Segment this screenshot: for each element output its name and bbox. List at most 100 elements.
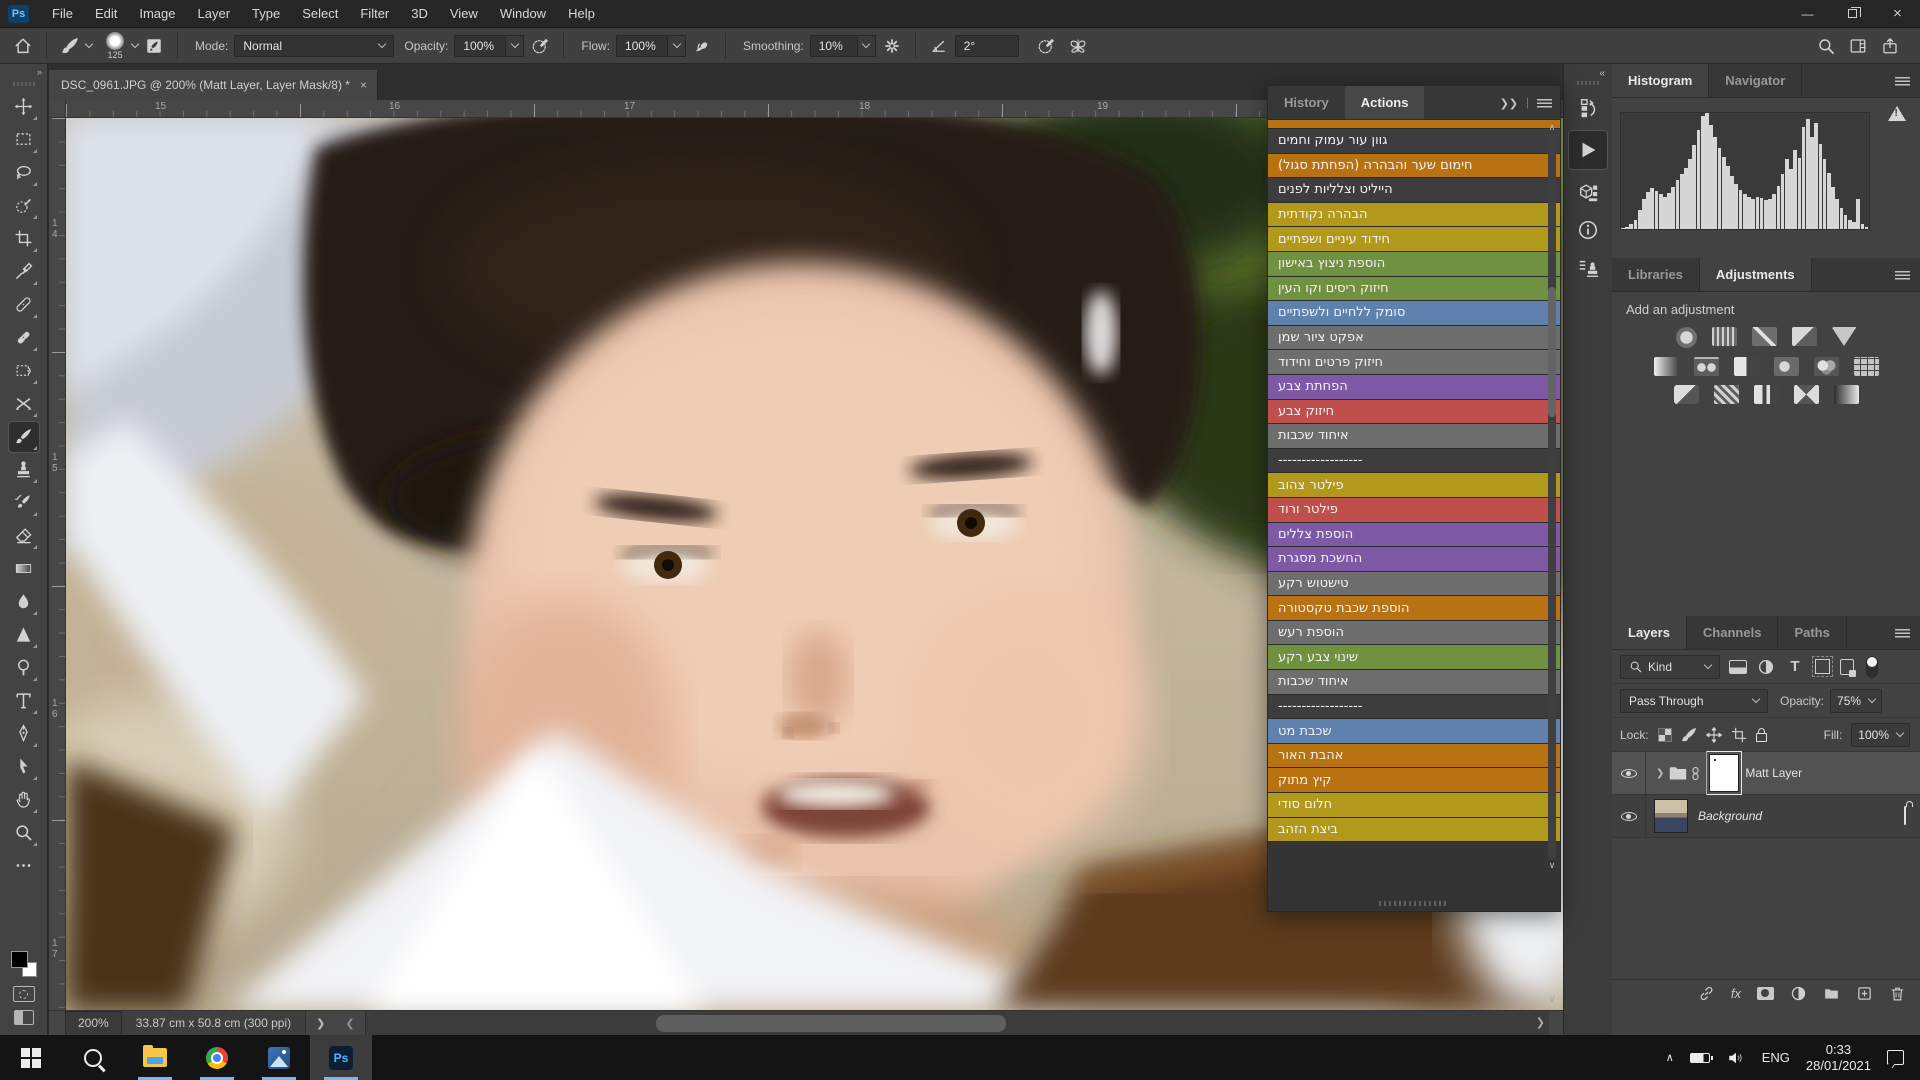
- chevron-down-icon[interactable]: [858, 35, 876, 57]
- menu-type[interactable]: Type: [241, 0, 291, 28]
- spot-healing-brush-tool-icon[interactable]: [9, 290, 39, 320]
- hue-saturation-adjustment-icon[interactable]: [1654, 357, 1679, 376]
- taskbar-chrome-icon[interactable]: [186, 1035, 248, 1080]
- new-adjustment-layer-icon[interactable]: [1790, 985, 1807, 1002]
- action-item[interactable]: הייליט וצלליות לפנים: [1268, 178, 1560, 203]
- pressure-size-icon[interactable]: [1033, 33, 1059, 59]
- scroll-right-icon[interactable]: ❯: [1536, 1016, 1545, 1029]
- menu-help[interactable]: Help: [557, 0, 606, 28]
- background-lock-icon[interactable]: [1904, 807, 1906, 825]
- panel-menu-icon[interactable]: [1895, 629, 1910, 638]
- menu-window[interactable]: Window: [489, 0, 557, 28]
- layer-opacity-combo[interactable]: 75%: [1830, 689, 1882, 713]
- blur-tool-icon[interactable]: [9, 587, 39, 617]
- menu-view[interactable]: View: [439, 0, 489, 28]
- taskbar-start-icon[interactable]: [0, 1035, 62, 1080]
- threshold-adjustment-icon[interactable]: [1754, 385, 1779, 404]
- menu-3d[interactable]: 3D: [400, 0, 439, 28]
- new-layer-icon[interactable]: [1856, 985, 1873, 1002]
- airbrush-icon[interactable]: [689, 33, 715, 59]
- brush-angle-input[interactable]: 2°: [955, 35, 1019, 57]
- share-image-icon[interactable]: [1877, 33, 1903, 59]
- history-panel-icon[interactable]: [1571, 93, 1605, 123]
- tab-history[interactable]: History: [1268, 86, 1345, 119]
- action-item[interactable]: טישטוש רקע: [1268, 572, 1560, 597]
- lock-position-icon[interactable]: [1706, 727, 1722, 743]
- properties-3d-panel-icon[interactable]: [1571, 177, 1605, 207]
- action-item[interactable]: חיזוק פרטים וחידוד: [1268, 350, 1560, 375]
- filter-shape-layers-icon[interactable]: [1815, 659, 1830, 674]
- taskbar-photos-icon[interactable]: [248, 1035, 310, 1080]
- add-layer-mask-icon[interactable]: [1757, 987, 1774, 1000]
- restore-button[interactable]: [1830, 0, 1875, 28]
- eye-icon[interactable]: [1621, 769, 1637, 778]
- pen-tool-icon[interactable]: [9, 719, 39, 749]
- tab-navigator[interactable]: Navigator: [1709, 64, 1802, 97]
- expand-panels-chevrons[interactable]: «: [1564, 64, 1612, 79]
- hand-tool-icon[interactable]: [9, 785, 39, 815]
- marquee-tool-icon[interactable]: [9, 125, 39, 155]
- chevron-down-icon[interactable]: [506, 35, 524, 57]
- action-item[interactable]: [1268, 120, 1560, 129]
- visibility-cell[interactable]: [1612, 795, 1646, 837]
- scroll-track[interactable]: [1548, 134, 1556, 859]
- layer-name[interactable]: Matt Layer: [1745, 766, 1802, 780]
- scroll-down-icon[interactable]: ∨: [1546, 860, 1558, 871]
- invert-adjustment-icon[interactable]: [1674, 385, 1699, 404]
- delete-layer-icon[interactable]: [1889, 985, 1906, 1002]
- history-brush-tool-icon[interactable]: [9, 488, 39, 518]
- lock-all-icon[interactable]: [1756, 733, 1767, 742]
- menu-layer[interactable]: Layer: [187, 0, 242, 28]
- action-item[interactable]: שינוי צבע רקע: [1268, 645, 1560, 670]
- blend-mode-select[interactable]: Normal: [234, 35, 394, 57]
- action-item[interactable]: הפחתת צבע: [1268, 375, 1560, 400]
- action-item[interactable]: אפקט ציור שמן: [1268, 326, 1560, 351]
- gradient-tool-icon[interactable]: [9, 554, 39, 584]
- vibrance-adjustment-icon[interactable]: [1832, 327, 1857, 346]
- language-indicator[interactable]: ENG: [1762, 1050, 1790, 1065]
- horizontal-scroll-thumb[interactable]: [656, 1015, 1006, 1032]
- action-item[interactable]: קיץ מתוק: [1268, 768, 1560, 793]
- type-tool-icon[interactable]: [9, 686, 39, 716]
- layer-filter-kind-select[interactable]: Kind: [1620, 655, 1720, 679]
- brush-tool-icon[interactable]: [9, 422, 39, 452]
- panel-menu-icon[interactable]: [1537, 99, 1552, 108]
- zoom-tool-icon[interactable]: [9, 818, 39, 848]
- tab-channels[interactable]: Channels: [1687, 616, 1779, 649]
- close-button[interactable]: ×: [1875, 0, 1920, 28]
- healing-brush-tool-icon[interactable]: [9, 323, 39, 353]
- panel-menu-icon[interactable]: [1895, 271, 1910, 280]
- panel-menu-icon[interactable]: [1895, 77, 1910, 86]
- action-item[interactable]: ביצת הזהב: [1268, 818, 1560, 843]
- action-item[interactable]: חלום סודי: [1268, 793, 1560, 818]
- new-group-icon[interactable]: [1823, 985, 1840, 1002]
- action-item[interactable]: חיזוק ריסים וקו העין: [1268, 277, 1560, 302]
- crop-tool-icon[interactable]: [9, 224, 39, 254]
- blend-mode-select[interactable]: Pass Through: [1620, 689, 1768, 713]
- dodge-tool-icon[interactable]: [9, 653, 39, 683]
- action-item[interactable]: פילטר צהוב: [1268, 473, 1560, 498]
- chevron-down-icon[interactable]: [85, 40, 93, 48]
- brush-tool-preset-icon[interactable]: [57, 33, 83, 59]
- move-tool-icon[interactable]: [9, 92, 39, 122]
- foreground-color-swatch[interactable]: [11, 951, 28, 968]
- panel-grip[interactable]: [1577, 81, 1599, 85]
- battery-icon[interactable]: [1690, 1053, 1710, 1063]
- action-item[interactable]: סומק ללחיים ולשפתיים: [1268, 301, 1560, 326]
- content-aware-move-tool-icon[interactable]: [9, 389, 39, 419]
- toolbar-grip[interactable]: [13, 82, 35, 86]
- panel-resize-edge[interactable]: [1268, 895, 1560, 911]
- action-item[interactable]: החשכת מסגרת: [1268, 547, 1560, 572]
- link-layers-icon[interactable]: [1698, 985, 1715, 1002]
- opacity-combo[interactable]: 100%: [454, 35, 524, 57]
- chevron-down-icon[interactable]: [131, 40, 139, 48]
- layer-row-background[interactable]: Background: [1612, 795, 1920, 838]
- ruler-origin-corner[interactable]: [49, 100, 66, 118]
- action-item[interactable]: חימום שער והבהרה (הפחתת סגול): [1268, 154, 1560, 179]
- filter-adjustment-layers-icon[interactable]: [1757, 658, 1775, 676]
- actions-scrollbar[interactable]: ∧ ∨: [1546, 122, 1558, 871]
- layer-name[interactable]: Background: [1698, 809, 1762, 823]
- action-item[interactable]: שכבת מט: [1268, 719, 1560, 744]
- panel-resize-grip[interactable]: [1379, 901, 1449, 906]
- action-item[interactable]: הוספת צללים: [1268, 523, 1560, 548]
